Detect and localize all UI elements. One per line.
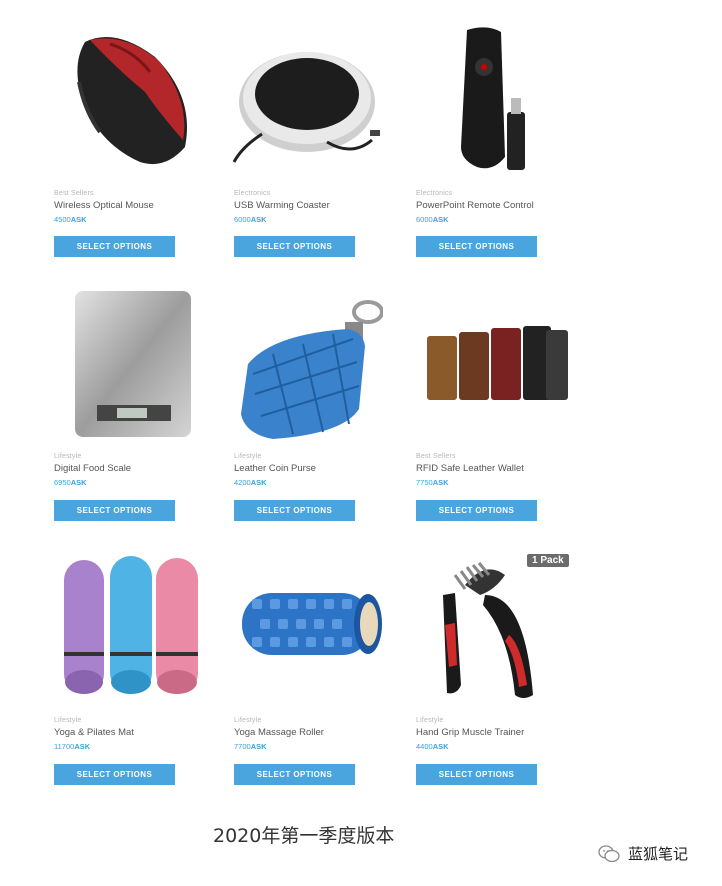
product-price: 7700ASK <box>234 742 267 751</box>
product-meta: Lifestyle Hand Grip Muscle Trainer 4400A… <box>416 716 586 751</box>
product-meta: Best Sellers Wireless Optical Mouse 4500… <box>54 189 224 224</box>
select-options-button[interactable]: SELECT OPTIONS <box>54 500 175 521</box>
product-image-remote[interactable] <box>415 22 565 172</box>
product-meta: Electronics USB Warming Coaster 6000ASK <box>234 189 404 224</box>
select-options-button[interactable]: SELECT OPTIONS <box>54 764 175 785</box>
product-title[interactable]: Digital Food Scale <box>54 463 224 475</box>
product-category: Best Sellers <box>416 453 456 460</box>
version-caption: 2020年第一季度版本 <box>213 825 395 847</box>
product-image-yoga-mat[interactable] <box>56 552 206 702</box>
product-meta: Best Sellers RFID Safe Leather Wallet 77… <box>416 452 586 487</box>
product-price: 4400ASK <box>416 742 449 751</box>
product-image-wallet[interactable] <box>421 318 571 418</box>
product-title[interactable]: Hand Grip Muscle Trainer <box>416 727 586 739</box>
product-price: 6000ASK <box>416 215 449 224</box>
product-title[interactable]: RFID Safe Leather Wallet <box>416 463 586 475</box>
product-image-coaster[interactable] <box>232 22 382 172</box>
product-title[interactable]: Wireless Optical Mouse <box>54 200 224 212</box>
select-options-button[interactable]: SELECT OPTIONS <box>234 764 355 785</box>
select-options-button[interactable]: SELECT OPTIONS <box>54 236 175 257</box>
product-price: 11700ASK <box>54 742 91 751</box>
product-price: 7750ASK <box>416 478 449 487</box>
product-category: Lifestyle <box>234 453 262 460</box>
product-image-roller[interactable] <box>236 585 386 665</box>
product-price: 4200ASK <box>234 478 267 487</box>
brand-mark: 蓝狐笔记 <box>598 843 688 864</box>
product-category: Best Sellers <box>54 190 94 197</box>
product-meta: Lifestyle Digital Food Scale 6950ASK <box>54 452 224 487</box>
product-category: Lifestyle <box>54 453 82 460</box>
select-options-button[interactable]: SELECT OPTIONS <box>416 500 537 521</box>
select-options-button[interactable]: SELECT OPTIONS <box>234 500 355 521</box>
select-options-button[interactable]: SELECT OPTIONS <box>234 236 355 257</box>
product-meta: Lifestyle Leather Coin Purse 4200ASK <box>234 452 404 487</box>
product-title[interactable]: PowerPoint Remote Control <box>416 200 586 212</box>
product-price: 6950ASK <box>54 478 87 487</box>
product-title[interactable]: USB Warming Coaster <box>234 200 404 212</box>
product-title[interactable]: Yoga Massage Roller <box>234 727 404 739</box>
product-meta: Lifestyle Yoga Massage Roller 7700ASK <box>234 716 404 751</box>
brand-name: 蓝狐笔记 <box>628 845 689 863</box>
product-category: Electronics <box>234 190 271 197</box>
product-title[interactable]: Yoga & Pilates Mat <box>54 727 224 739</box>
product-category: Electronics <box>416 190 453 197</box>
product-title[interactable]: Leather Coin Purse <box>234 463 404 475</box>
product-image-mouse[interactable] <box>55 22 205 172</box>
product-image-hand-grip[interactable] <box>425 555 575 705</box>
select-options-button[interactable]: SELECT OPTIONS <box>416 764 537 785</box>
product-image-coin-purse[interactable] <box>233 294 384 444</box>
wechat-icon <box>598 844 620 862</box>
product-category: Lifestyle <box>416 717 444 724</box>
product-meta: Electronics PowerPoint Remote Control 60… <box>416 189 586 224</box>
product-price: 4500ASK <box>54 215 87 224</box>
product-price: 6000ASK <box>234 215 267 224</box>
product-category: Lifestyle <box>54 717 82 724</box>
product-category: Lifestyle <box>234 717 262 724</box>
select-options-button[interactable]: SELECT OPTIONS <box>416 236 537 257</box>
product-image-scale[interactable] <box>55 287 205 437</box>
pack-badge: 1 Pack <box>527 554 569 567</box>
product-meta: Lifestyle Yoga & Pilates Mat 11700ASK <box>54 716 224 751</box>
